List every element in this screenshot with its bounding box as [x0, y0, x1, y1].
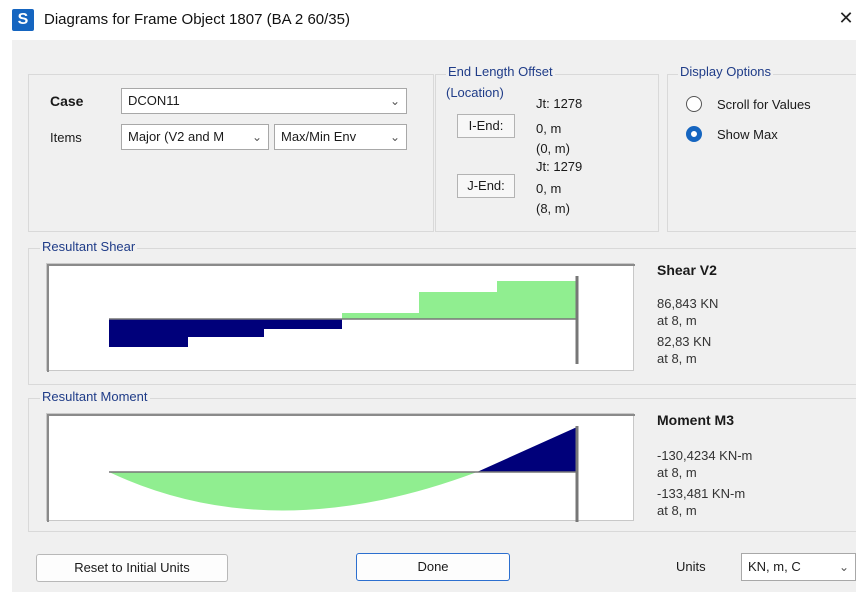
case-label: Case: [50, 93, 84, 109]
close-icon[interactable]: ✕: [838, 8, 854, 29]
show-max-label[interactable]: Show Max: [717, 127, 778, 142]
i-end-location: (0, m): [536, 141, 570, 156]
envelope-select[interactable]: Max/Min Env ⌄: [274, 124, 407, 150]
window-title: Diagrams for Frame Object 1807 (BA 2 60/…: [44, 11, 350, 28]
i-end-joint: Jt: 1278: [536, 96, 583, 111]
items-select-value: Major (V2 and M: [128, 129, 225, 144]
shear-min-location: at 8, m: [657, 351, 697, 366]
envelope-select-value: Max/Min Env: [281, 129, 357, 144]
chevron-down-icon: ⌄: [251, 130, 262, 144]
units-select[interactable]: KN, m, C ⌄: [741, 553, 856, 581]
shear-positive-fill: [342, 277, 577, 319]
dialog-body: Case DCON11 ⌄ Items Major (V2 and M ⌄ Ma…: [12, 40, 856, 592]
done-button[interactable]: Done: [356, 553, 510, 581]
shear-group-title: Resultant Shear: [40, 239, 138, 254]
shear-min-value: 82,83 KN: [657, 334, 712, 349]
shear-title: Shear V2: [657, 262, 717, 278]
chevron-down-icon: ⌄: [838, 560, 849, 574]
moment-group-title: Resultant Moment: [40, 389, 150, 404]
j-end-joint: Jt: 1279: [536, 159, 583, 174]
shear-diagram: [46, 263, 635, 372]
units-select-value: KN, m, C: [748, 559, 801, 574]
moment-title: Moment M3: [657, 412, 734, 428]
i-end-button[interactable]: I-End:: [457, 114, 515, 138]
moment-min-location: at 8, m: [657, 503, 697, 518]
moment-negative-fill: [477, 427, 577, 472]
shear-max-location: at 8, m: [657, 313, 697, 328]
items-select[interactable]: Major (V2 and M ⌄: [121, 124, 269, 150]
shear-negative-fill: [109, 319, 342, 347]
moment-min-value: -133,481 KN-m: [657, 486, 746, 501]
end-offset-subtitle: (Location): [446, 85, 504, 100]
j-end-value: 0, m: [536, 181, 562, 196]
shear-diagram-svg: [47, 264, 635, 372]
case-select-value: DCON11: [128, 93, 180, 108]
scroll-for-values-radio[interactable]: [686, 96, 702, 112]
reset-units-button[interactable]: Reset to Initial Units: [36, 554, 228, 582]
app-logo-icon: S: [12, 9, 34, 31]
moment-diagram: [46, 413, 635, 522]
shear-max-value: 86,843 KN: [657, 296, 719, 311]
end-offset-title: End Length Offset: [446, 64, 555, 79]
items-label: Items: [50, 130, 82, 145]
title-bar: S Diagrams for Frame Object 1807 (BA 2 6…: [0, 0, 856, 40]
case-select[interactable]: DCON11 ⌄: [121, 88, 407, 114]
j-end-button[interactable]: J-End:: [457, 174, 515, 198]
chevron-down-icon: ⌄: [389, 130, 400, 144]
moment-max-value: -130,4234 KN-m: [657, 448, 753, 463]
moment-max-location: at 8, m: [657, 465, 697, 480]
display-options-title: Display Options: [678, 64, 774, 79]
moment-diagram-svg: [47, 414, 635, 522]
scroll-for-values-label[interactable]: Scroll for Values: [717, 97, 811, 112]
units-label: Units: [676, 559, 706, 574]
show-max-radio[interactable]: [686, 126, 702, 142]
moment-positive-fill: [109, 472, 477, 511]
chevron-down-icon: ⌄: [389, 94, 400, 108]
i-end-value: 0, m: [536, 121, 562, 136]
j-end-location: (8, m): [536, 201, 570, 216]
